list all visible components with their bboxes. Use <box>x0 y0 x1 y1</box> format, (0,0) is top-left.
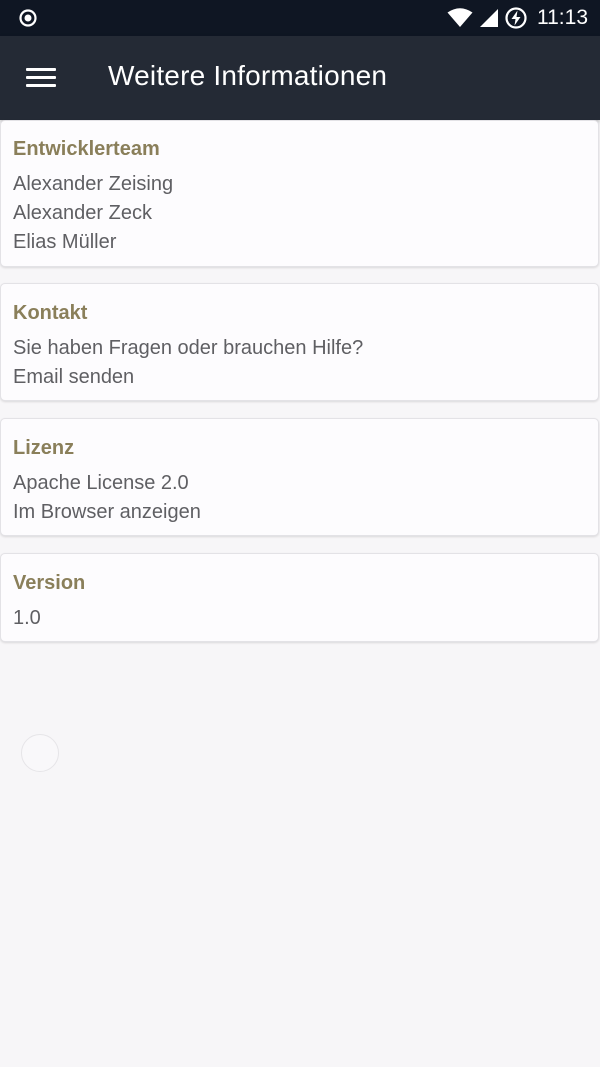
page-title: Weitere Informationen <box>108 60 388 91</box>
status-icons: 11:13 <box>447 4 588 32</box>
send-email-link[interactable]: Email senden <box>13 366 134 389</box>
team-card: Entwicklerteam Alexander Zeising Alexand… <box>0 120 599 267</box>
battery-charging-icon <box>505 7 527 29</box>
team-member: Alexander Zeising <box>13 173 174 195</box>
hamburger-menu-icon[interactable] <box>26 68 56 88</box>
loading-indicator <box>21 734 59 772</box>
status-bar: 11:13 <box>0 0 600 36</box>
license-card[interactable]: Lizenz Apache License 2.0 Im Browser anz… <box>0 418 599 536</box>
team-member: Alexander Zeck <box>13 202 152 224</box>
contact-card[interactable]: Kontakt Sie haben Fragen oder brauchen H… <box>0 283 599 401</box>
signal-icon <box>479 8 499 28</box>
app-bar: Weitere Informationen <box>0 36 600 120</box>
version-card: Version 1.0 <box>0 553 599 642</box>
status-time: 11:13 <box>537 6 588 29</box>
license-title: Lizenz <box>13 437 75 459</box>
wifi-icon <box>447 8 473 28</box>
record-icon <box>18 8 38 28</box>
open-in-browser-link[interactable]: Im Browser anzeigen <box>13 501 201 524</box>
version-value: 1.0 <box>13 607 41 629</box>
license-name: Apache License 2.0 <box>13 472 189 494</box>
contact-title: Kontakt <box>13 302 88 324</box>
contact-question: Sie haben Fragen oder brauchen Hilfe? <box>13 337 364 359</box>
team-title: Entwicklerteam <box>13 138 160 160</box>
version-title: Version <box>13 572 86 594</box>
team-member: Elias Müller <box>13 231 117 253</box>
